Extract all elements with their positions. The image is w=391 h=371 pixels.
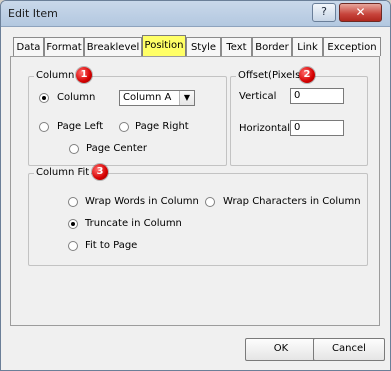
tab-text[interactable]: Text	[221, 37, 252, 56]
offset-group: Offset(Pixels) 2 Vertical 0 Horizontal 0	[230, 67, 368, 166]
callout-badge-1: 1	[76, 67, 92, 83]
dialog-window: Edit Item ? ✕ Data Format Breaklevel Pos…	[0, 0, 391, 371]
tab-position[interactable]: Position	[142, 35, 186, 57]
tab-style[interactable]: Style	[186, 37, 221, 56]
column-select-value: Column A	[123, 92, 172, 103]
column-radio[interactable]	[39, 93, 49, 103]
titlebar: Edit Item ? ✕	[1, 1, 390, 27]
tab-exception[interactable]: Exception	[323, 37, 381, 56]
horizontal-label: Horizontal	[239, 123, 291, 134]
page-center-label: Page Center	[86, 143, 148, 154]
window-title: Edit Item	[8, 7, 58, 20]
dropdown-arrow-icon[interactable]: ▼	[179, 91, 194, 105]
column-group-legend: Column	[34, 70, 77, 81]
offset-group-legend: Offset(Pixels)	[236, 70, 307, 81]
column-fit-group: Column Fit 3 Wrap Words in Column Wrap C…	[28, 164, 368, 266]
position-tab-panel: Column 1 Column Column A ▼ Page Left Pag…	[10, 56, 380, 326]
callout-badge-2: 2	[299, 67, 315, 83]
wrap-words-radio[interactable]	[68, 197, 78, 207]
page-center-radio[interactable]	[69, 144, 79, 154]
fit-page-label: Fit to Page	[85, 240, 138, 251]
close-button[interactable]: ✕	[339, 3, 382, 22]
fit-page-radio[interactable]	[68, 241, 78, 251]
wrap-chars-radio[interactable]	[205, 197, 215, 207]
help-button[interactable]: ?	[312, 3, 336, 22]
wrap-chars-label: Wrap Characters in Column	[223, 196, 361, 207]
column-group: Column 1 Column Column A ▼ Page Left Pag…	[28, 67, 227, 166]
ok-button[interactable]: OK	[245, 338, 317, 361]
tab-format[interactable]: Format	[44, 37, 84, 56]
vertical-input[interactable]: 0	[290, 88, 344, 104]
callout-badge-3: 3	[92, 164, 108, 180]
tab-border[interactable]: Border	[252, 37, 292, 56]
tab-breaklevel[interactable]: Breaklevel	[84, 37, 142, 56]
cancel-button[interactable]: Cancel	[313, 338, 385, 361]
truncate-label: Truncate in Column	[85, 218, 182, 229]
column-fit-legend: Column Fit	[34, 167, 92, 178]
page-right-radio[interactable]	[119, 122, 129, 132]
page-right-label: Page Right	[135, 121, 189, 132]
horizontal-input[interactable]: 0	[290, 120, 344, 136]
column-radio-label: Column	[57, 92, 96, 103]
vertical-label: Vertical	[239, 91, 277, 102]
tab-strip: Data Format Breaklevel Position Style Te…	[13, 35, 381, 58]
column-select[interactable]: Column A ▼	[119, 90, 195, 106]
page-left-radio[interactable]	[39, 122, 49, 132]
tab-link[interactable]: Link	[292, 37, 323, 56]
truncate-radio[interactable]	[68, 219, 78, 229]
page-left-label: Page Left	[57, 121, 104, 132]
tab-data[interactable]: Data	[13, 37, 44, 56]
wrap-words-label: Wrap Words in Column	[85, 196, 199, 207]
